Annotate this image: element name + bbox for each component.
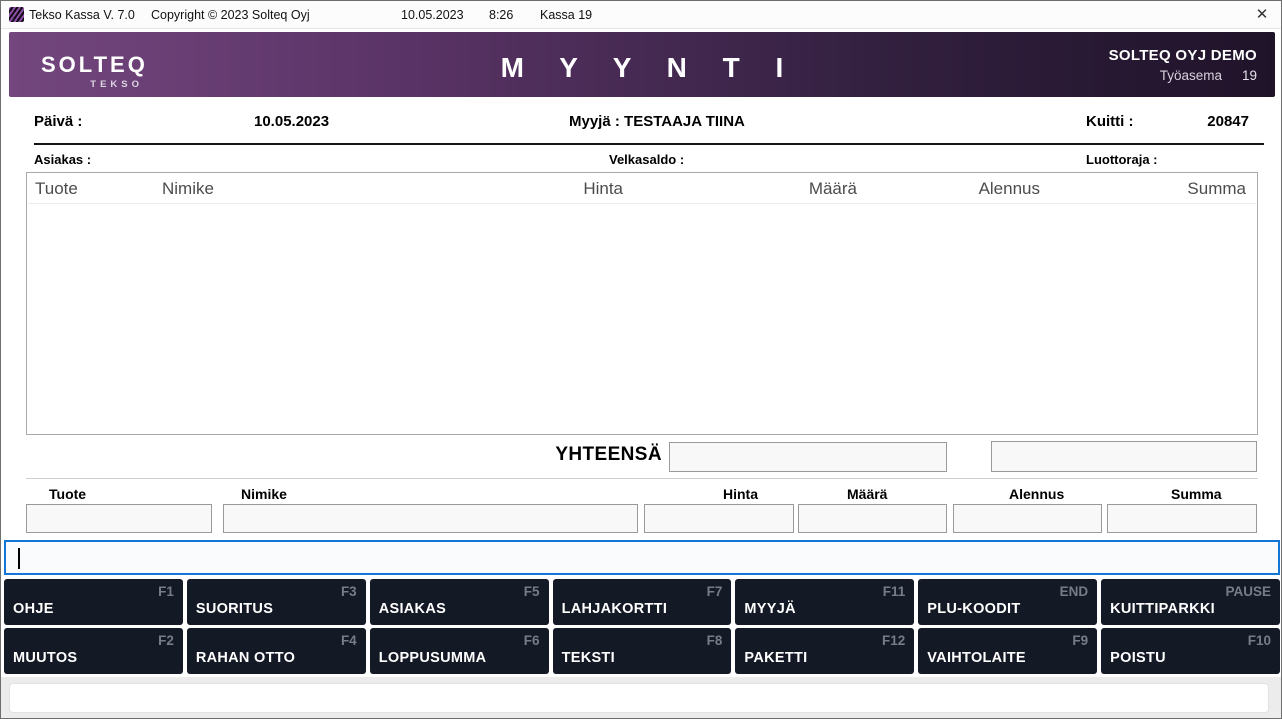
copyright-text: Copyright © 2023 Solteq Oyj	[151, 8, 310, 22]
button-key: END	[1059, 584, 1089, 599]
button-key: F6	[523, 633, 540, 648]
company-name: SOLTEQ OYJ DEMO	[1108, 47, 1257, 64]
button-rahan-otto[interactable]: RAHAN OTTO F4	[186, 628, 366, 674]
button-key: F2	[158, 633, 174, 648]
button-vaihtolaite[interactable]: VAIHTOLAITE F9	[918, 628, 1098, 674]
discount-field[interactable]	[953, 504, 1102, 533]
window-titlebar[interactable]: Tekso Kassa V. 7.0 Copyright © 2023 Solt…	[1, 1, 1281, 29]
product-field[interactable]	[26, 504, 212, 533]
button-myyja[interactable]: MYYJÄ F11	[735, 579, 915, 625]
button-label: POISTU	[1110, 650, 1166, 666]
button-ohje[interactable]: OHJE F1	[4, 579, 183, 625]
column-header-sum: Summa	[1187, 179, 1246, 198]
button-label: OHJE	[13, 601, 54, 617]
bottom-strip	[1, 677, 1281, 718]
header-right-block: SOLTEQ OYJ DEMO Työasema 19	[1109, 47, 1257, 83]
name-field[interactable]	[223, 504, 638, 533]
button-key: F4	[340, 633, 357, 648]
window-title: Tekso Kassa V. 7.0	[29, 8, 135, 22]
customer-label: Asiakas :	[34, 152, 92, 167]
app-logo-icon	[9, 7, 24, 22]
button-poistu[interactable]: POISTU F10	[1101, 628, 1280, 674]
button-label: KUITTIPARKKI	[1110, 601, 1215, 617]
column-header-discount: Alennus	[978, 179, 1040, 198]
sum-field[interactable]	[1107, 504, 1257, 533]
name-field-label: Nimike	[241, 486, 287, 502]
workstation-number: 19	[1241, 68, 1257, 83]
total-label: YHTEENSÄ	[555, 444, 662, 465]
button-label: PAKETTI	[744, 650, 808, 666]
button-label: MUUTOS	[13, 650, 78, 666]
text-caret	[18, 548, 20, 569]
button-key: F5	[523, 584, 540, 599]
button-kuittiparkki[interactable]: KUITTIPARKKI PAUSE	[1101, 579, 1280, 625]
button-key: F11	[882, 584, 906, 599]
receipt-number: 20847	[1207, 113, 1249, 130]
button-key: F12	[882, 633, 906, 648]
titlebar-date: 10.05.2023	[401, 8, 464, 22]
table-header-divider	[28, 203, 1256, 204]
button-teksti[interactable]: TEKSTI F8	[552, 628, 732, 674]
product-field-label: Tuote	[49, 486, 87, 502]
button-label: LOPPUSUMMA	[378, 650, 487, 666]
titlebar-time: 8:26	[489, 8, 514, 22]
app-window: Tekso Kassa V. 7.0 Copyright © 2023 Solt…	[0, 0, 1282, 719]
column-header-quantity: Määrä	[808, 179, 857, 198]
status-bar	[9, 683, 1269, 713]
button-key: F1	[158, 584, 174, 599]
button-loppusumma[interactable]: LOPPUSUMMA F6	[369, 628, 549, 674]
quantity-field-label: Määrä	[847, 486, 888, 502]
button-suoritus[interactable]: SUORITUS F3	[186, 579, 366, 625]
receipt-label: Kuitti :	[1086, 113, 1134, 130]
price-field-label: Hinta	[723, 486, 758, 502]
button-label: TEKSTI	[561, 650, 615, 666]
secondary-total-display	[991, 441, 1257, 472]
app-header: SOLTEQ TEKSO M Y Y N T I SOLTEQ OYJ DEMO…	[9, 32, 1275, 97]
button-key: PAUSE	[1225, 584, 1271, 599]
quantity-field[interactable]	[798, 504, 947, 533]
button-label: RAHAN OTTO	[195, 650, 296, 666]
entry-form-divider	[26, 478, 1258, 479]
button-label: LAHJAKORTTI	[561, 601, 668, 617]
date-value: 10.05.2023	[254, 113, 330, 130]
receipt-items-table: Tuote Nimike Hinta Määrä Alennus Summa	[26, 172, 1258, 435]
column-header-product: Tuote	[35, 179, 78, 198]
button-label: PLU-KOODIT	[927, 601, 1021, 617]
button-label: VAIHTOLAITE	[927, 650, 1026, 666]
column-header-price: Hinta	[583, 179, 623, 198]
info-divider	[34, 143, 1264, 145]
button-key: F10	[1247, 633, 1271, 648]
button-paketti[interactable]: PAKETTI F12	[735, 628, 915, 674]
credit-limit-label: Luottoraja :	[1086, 152, 1158, 167]
button-key: F3	[340, 584, 357, 599]
button-label: ASIAKAS	[378, 601, 447, 617]
button-plu-koodit[interactable]: PLU-KOODIT END	[918, 579, 1098, 625]
discount-field-label: Alennus	[1009, 486, 1065, 502]
button-label: SUORITUS	[195, 601, 274, 617]
column-header-name: Nimike	[162, 179, 214, 198]
button-label: MYYJÄ	[744, 601, 796, 617]
button-key: F8	[706, 633, 723, 648]
close-icon[interactable]: ✕	[1252, 5, 1272, 25]
button-key: F9	[1072, 633, 1089, 648]
seller-info: Myyjä : TESTAAJA TIINA	[569, 113, 745, 130]
debt-balance-label: Velkasaldo :	[609, 152, 685, 167]
page-title: M Y Y N T I	[500, 52, 798, 83]
button-muutos[interactable]: MUUTOS F2	[4, 628, 183, 674]
total-display	[669, 442, 947, 472]
workstation-info: Työasema 19	[1109, 68, 1257, 83]
titlebar-register: Kassa 19	[540, 8, 593, 22]
button-key: F7	[706, 584, 723, 599]
button-asiakas[interactable]: ASIAKAS F5	[369, 579, 549, 625]
seller-label: Myyjä :	[569, 113, 620, 130]
workstation-label: Työasema	[1159, 68, 1222, 83]
price-field[interactable]	[644, 504, 794, 533]
date-label: Päivä :	[34, 113, 83, 130]
seller-value: TESTAAJA TIINA	[624, 113, 745, 130]
button-lahjakortti[interactable]: LAHJAKORTTI F7	[552, 579, 732, 625]
command-input[interactable]	[4, 540, 1280, 575]
sum-field-label: Summa	[1171, 486, 1222, 502]
function-button-grid: OHJE F1 SUORITUS F3 ASIAKAS F5 LAHJAKORT…	[4, 579, 1280, 674]
